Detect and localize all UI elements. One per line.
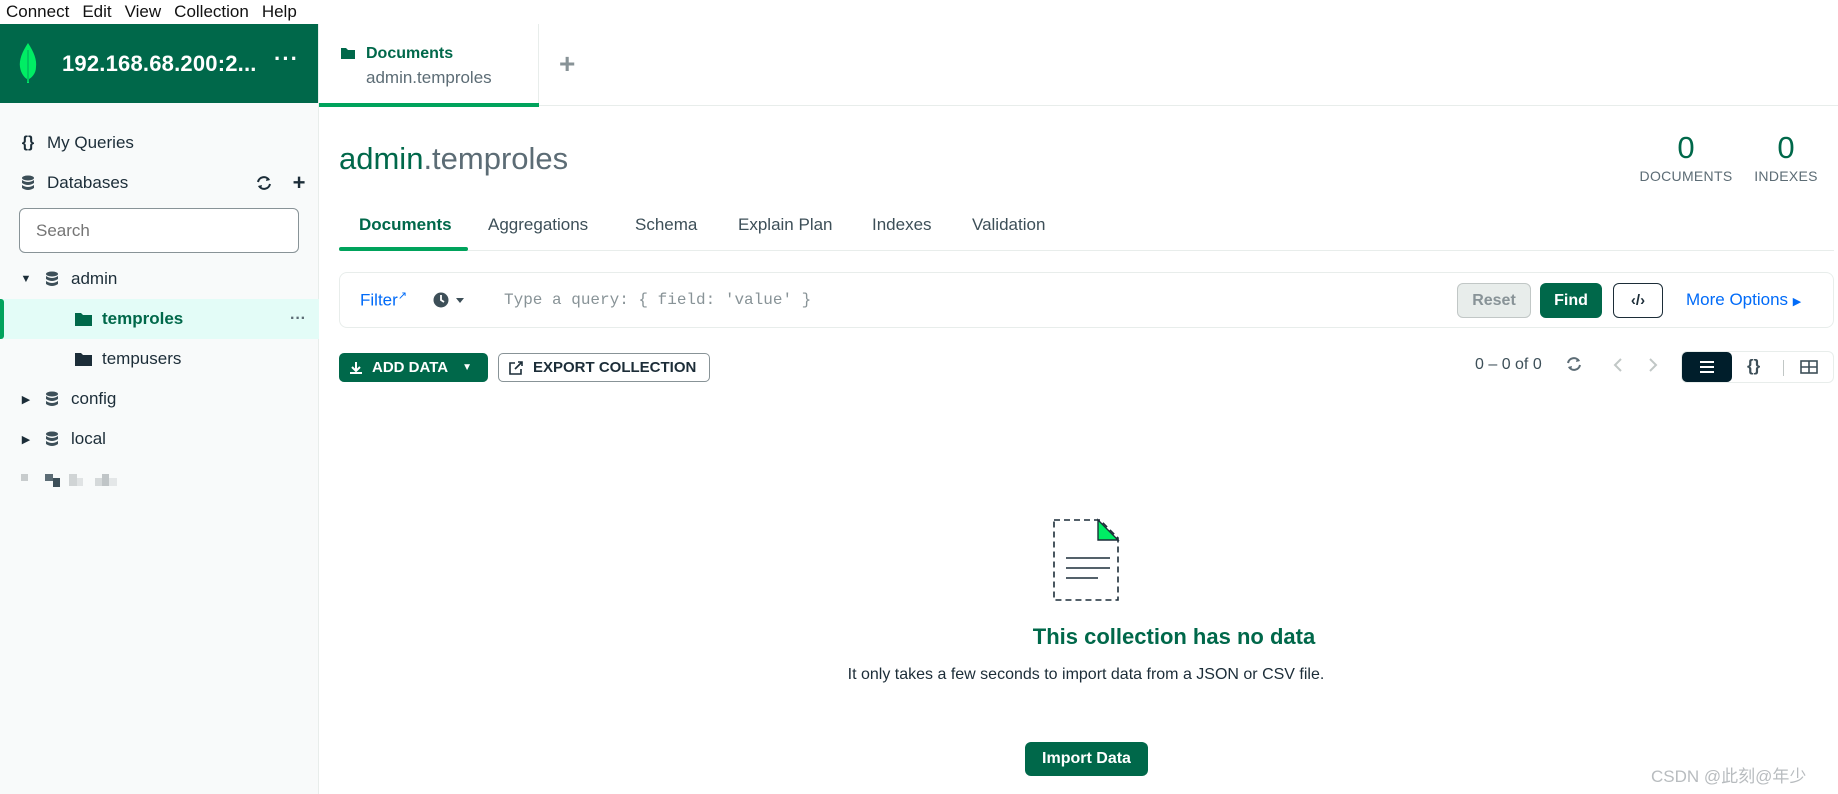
caret-right-icon[interactable]: ▶: [15, 428, 37, 450]
indexes-count: 0: [1777, 130, 1795, 165]
connection-header[interactable]: 192.168.68.200:2... ···: [0, 24, 318, 103]
add-data-button[interactable]: ADD DATA ▼: [339, 353, 488, 382]
collection-name: .temproles: [423, 141, 569, 176]
mongodb-leaf-icon: [19, 43, 37, 83]
pixelated-redaction: [21, 472, 126, 493]
caret-down-icon[interactable]: ▼: [15, 268, 37, 290]
sidebar-collection-label: temproles: [102, 309, 184, 328]
query-bar: Filter↗ Type a query: { field: 'value' }…: [339, 272, 1834, 328]
collection-subtabs: Documents Aggregations Schema Explain Pl…: [339, 205, 1834, 251]
tab-validation[interactable]: Validation: [972, 215, 1045, 235]
sidebar-db-label: local: [71, 429, 106, 448]
active-tab-indicator: [319, 103, 539, 107]
external-link-icon: ↗: [397, 290, 407, 302]
caret-down-icon: ▼: [462, 362, 473, 373]
sidebar-db-admin[interactable]: ▼ admin: [0, 259, 319, 299]
query-input[interactable]: Type a query: { field: 'value' }: [504, 291, 811, 309]
menu-connect[interactable]: Connect: [0, 0, 76, 24]
caret-right-icon[interactable]: ▶: [15, 388, 37, 410]
menu-edit[interactable]: Edit: [76, 0, 118, 24]
previous-page-icon[interactable]: [1612, 357, 1624, 378]
export-collection-button[interactable]: EXPORT COLLECTION: [498, 353, 710, 382]
sidebar-item-my-queries[interactable]: {} My Queries: [0, 123, 319, 163]
sidebar-search-input[interactable]: [19, 208, 299, 253]
next-page-icon[interactable]: [1647, 357, 1659, 378]
sidebar-collection-label: tempusers: [102, 349, 182, 368]
import-data-button[interactable]: Import Data: [1025, 742, 1148, 776]
pagination-range: 0 – 0 of 0: [1475, 356, 1542, 373]
watermark: CSDN @此刻@年少: [1651, 767, 1807, 786]
sidebar-collection-tempusers[interactable]: tempusers: [0, 339, 319, 379]
new-tab-button[interactable]: +: [559, 48, 575, 80]
connection-more-icon[interactable]: ···: [274, 46, 299, 72]
menu-collection[interactable]: Collection: [168, 0, 256, 24]
workspace-tabs: Documents admin.temproles +: [319, 24, 1838, 107]
json-view-icon[interactable]: {}: [1747, 356, 1760, 376]
sidebar-db-label: config: [71, 389, 117, 408]
export-label: EXPORT COLLECTION: [533, 359, 697, 376]
reset-button[interactable]: Reset: [1457, 283, 1531, 318]
selection-indicator: [0, 299, 4, 339]
view-toggle: {}: [1681, 351, 1834, 383]
divider: [1783, 360, 1784, 376]
menu-view[interactable]: View: [119, 0, 169, 24]
folder-icon: [72, 348, 94, 370]
tab-documents-sub[interactable]: Documents: [359, 215, 452, 235]
tab-subtitle: admin.temproles: [366, 68, 492, 87]
page-title: admin.temproles: [339, 141, 568, 177]
sidebar-item-databases[interactable]: Databases +: [0, 163, 319, 203]
documents-count: 0: [1677, 130, 1695, 165]
download-icon: [350, 361, 362, 374]
sidebar-db-label: admin: [71, 269, 118, 288]
database-icon: [17, 172, 39, 194]
add-data-label: ADD DATA: [372, 359, 449, 376]
menu-bar: Connect Edit View Collection Help: [0, 0, 1838, 24]
indexes-stat: 0 INDEXES: [1751, 130, 1821, 184]
collection-more-icon[interactable]: ···: [287, 308, 309, 330]
list-view-icon[interactable]: [1682, 352, 1732, 382]
find-button[interactable]: Find: [1540, 283, 1602, 318]
braces-icon: {}: [21, 134, 35, 151]
tab-documents[interactable]: Documents admin.temproles: [319, 24, 539, 107]
tab-title: Documents: [366, 45, 454, 62]
sidebar-db-local[interactable]: ▶ local: [0, 419, 319, 459]
menu-help[interactable]: Help: [256, 0, 304, 24]
connection-name[interactable]: 192.168.68.200:2...: [62, 51, 257, 77]
caret-right-icon: ▶: [1792, 296, 1802, 308]
database-icon: [41, 428, 63, 450]
folder-icon: [341, 48, 355, 59]
documents-label: DOCUMENTS: [1639, 168, 1733, 184]
tab-aggregations[interactable]: Aggregations: [488, 215, 588, 235]
filter-link[interactable]: Filter↗: [360, 289, 407, 311]
folder-icon: [72, 308, 94, 330]
sidebar-collection-temproles[interactable]: temproles ···: [0, 299, 319, 339]
active-subtab-indicator: [339, 247, 468, 251]
database-name: admin: [339, 141, 424, 176]
database-icon: [41, 388, 63, 410]
sidebar: 192.168.68.200:2... ··· {} My Queries Da…: [0, 24, 319, 794]
refresh-icon[interactable]: [1565, 356, 1583, 377]
documents-stat: 0 DOCUMENTS: [1639, 130, 1733, 184]
code-generator-icon[interactable]: ‹/›: [1613, 283, 1663, 318]
database-icon: [41, 268, 63, 290]
export-icon: [509, 360, 523, 375]
table-view-icon[interactable]: [1800, 360, 1818, 379]
add-database-icon[interactable]: +: [288, 170, 310, 195]
sidebar-db-config[interactable]: ▶ config: [0, 379, 319, 419]
query-history-icon[interactable]: [432, 290, 468, 315]
indexes-label: INDEXES: [1754, 168, 1818, 184]
sidebar-item-label: Databases: [47, 173, 129, 192]
empty-state-description: It only takes a few seconds to import da…: [847, 666, 1325, 683]
tab-explain-plan[interactable]: Explain Plan: [738, 215, 833, 235]
empty-document-icon: [1053, 518, 1120, 601]
more-options-button[interactable]: More Options ▶: [1686, 290, 1801, 310]
refresh-icon[interactable]: [253, 172, 275, 194]
tab-schema[interactable]: Schema: [635, 215, 697, 235]
sidebar-item-label: My Queries: [47, 133, 134, 152]
tab-indexes[interactable]: Indexes: [872, 215, 932, 235]
empty-state-title: This collection has no data: [1032, 624, 1316, 649]
